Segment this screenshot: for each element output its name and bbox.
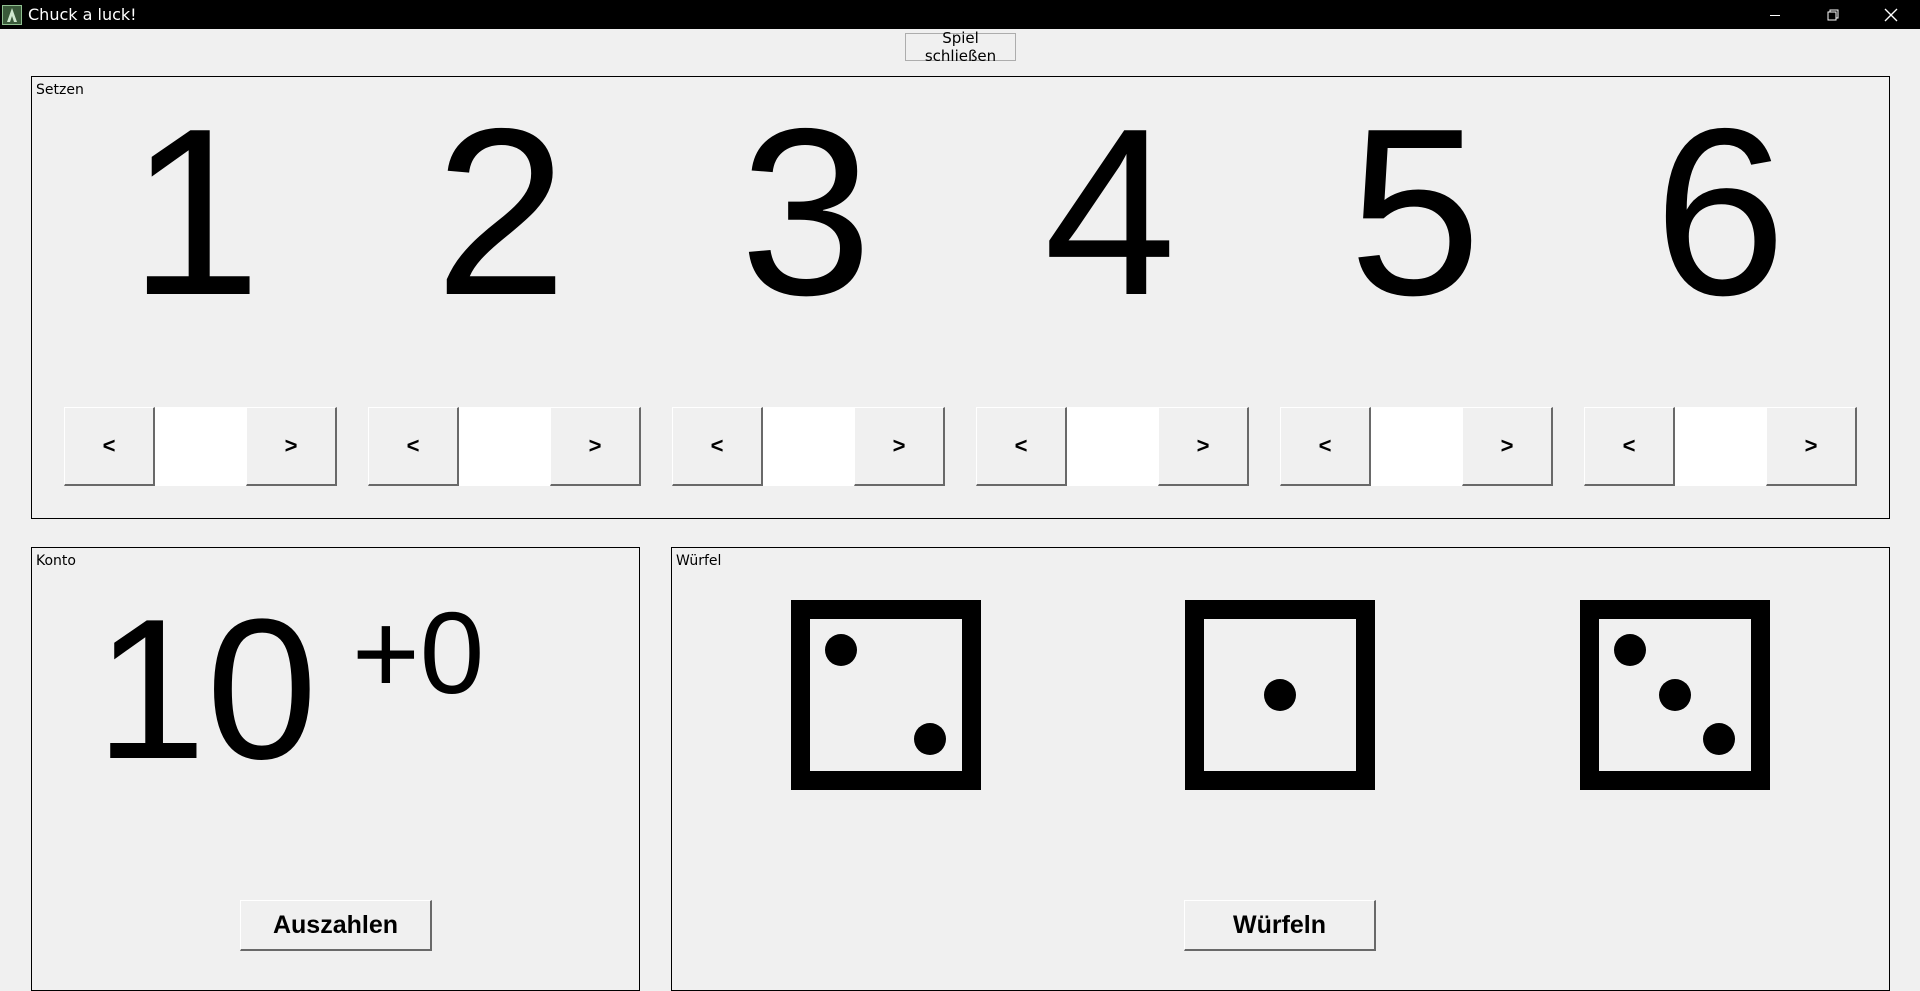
die-3-pip [1659,679,1691,711]
bet-3-input[interactable] [763,407,854,486]
bet-number-1: 1 [128,80,262,345]
bet-number-6: 6 [1653,80,1787,345]
title-bar: Chuck a luck! [0,0,1920,29]
account-balance: 10 [95,578,318,801]
die-3 [1580,600,1770,790]
close-window-button[interactable] [1862,0,1920,29]
bet-3-increase-button[interactable]: > [854,407,945,486]
bet-5-decrease-button[interactable]: < [1280,407,1371,486]
bet-6-input[interactable] [1675,407,1766,486]
account-frame-label: Konto [36,553,76,569]
restore-icon [1827,9,1839,20]
bet-2-decrease-button[interactable]: < [368,407,459,486]
bet-1-increase-button[interactable]: > [246,407,337,486]
dice-frame-label: Würfel [676,553,722,569]
app-icon [2,4,22,25]
restore-button[interactable] [1804,0,1862,29]
payout-button[interactable]: Auszahlen [240,900,432,951]
account-delta: +0 [352,588,485,718]
bet-1-decrease-button[interactable]: < [64,407,155,486]
bet-3-decrease-button[interactable]: < [672,407,763,486]
minimize-icon [1770,14,1780,16]
bet-number-5: 5 [1348,80,1482,345]
die-2-pip [1264,679,1296,711]
bet-5-input[interactable] [1371,407,1462,486]
die-1-pip [914,723,946,755]
bet-frame-label: Setzen [36,82,84,98]
roll-button[interactable]: Würfeln [1184,900,1376,951]
bet-number-4: 4 [1043,80,1177,345]
bet-5-increase-button[interactable]: > [1462,407,1553,486]
bet-2-increase-button[interactable]: > [550,407,641,486]
die-3-pip [1614,634,1646,666]
die-1 [791,600,981,790]
window-title: Chuck a luck! [28,5,137,24]
bet-4-decrease-button[interactable]: < [976,407,1067,486]
bet-1-input[interactable] [155,407,246,486]
minimize-button[interactable] [1746,0,1804,29]
die-3-pip [1703,723,1735,755]
bet-number-3: 3 [739,80,873,345]
bet-6-decrease-button[interactable]: < [1584,407,1675,486]
bet-2-input[interactable] [459,407,550,486]
bet-6-increase-button[interactable]: > [1766,407,1857,486]
bet-4-increase-button[interactable]: > [1158,407,1249,486]
close-game-button[interactable]: Spiel schließen [905,29,1016,65]
bet-number-2: 2 [434,80,568,345]
close-icon [1884,8,1898,21]
bet-4-input[interactable] [1067,407,1158,486]
die-2 [1185,600,1375,790]
die-1-pip [825,634,857,666]
